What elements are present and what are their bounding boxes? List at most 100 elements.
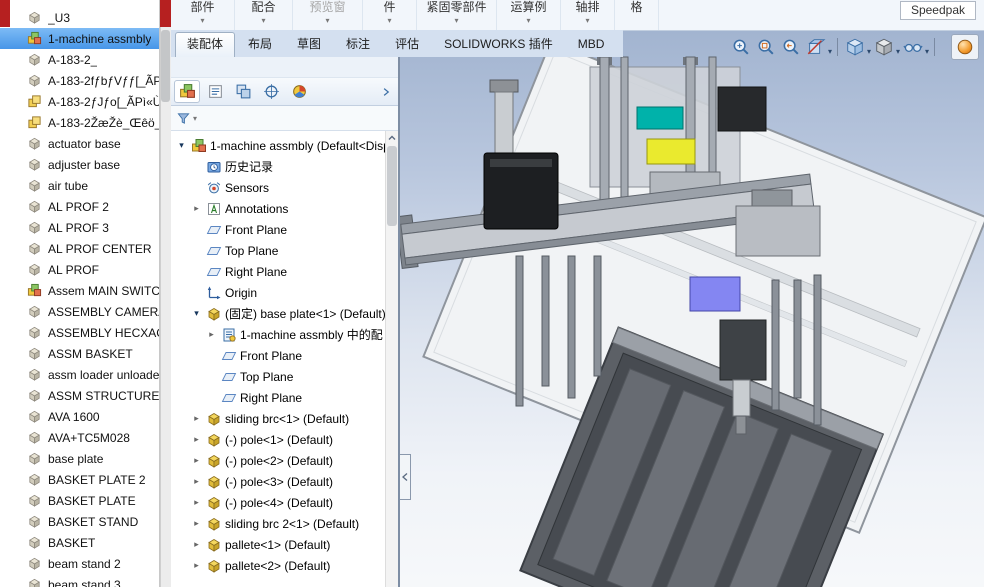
left-panel-scrollbar-thumb[interactable] — [161, 30, 170, 102]
panel-expand-tab[interactable] — [400, 454, 411, 500]
tree-collapsed-arrow-icon[interactable]: ▸ — [190, 497, 203, 508]
feature-tree-item[interactable]: Right Plane — [171, 387, 398, 408]
ribbon-group[interactable]: 紧固零部件▾ — [417, 0, 497, 30]
file-list-item[interactable]: A-183-2ƒJƒo[_ÃPì«ÙÄ — [0, 91, 159, 112]
file-list-item[interactable]: BASKET STAND — [0, 511, 159, 532]
file-list-item[interactable]: beam stand 2 — [0, 553, 159, 574]
tree-collapsed-arrow-icon[interactable]: ▸ — [190, 455, 203, 466]
feature-tree-item[interactable]: Front Plane — [171, 345, 398, 366]
file-list-item[interactable]: 1-machine assmbly — [0, 28, 159, 49]
chevron-down-icon[interactable]: ▾ — [828, 47, 832, 56]
speedpak-button[interactable]: Speedpak — [900, 1, 976, 20]
feature-tree-item[interactable]: ▸Annotations — [171, 198, 398, 219]
ribbon-group[interactable]: 件▾ — [363, 0, 417, 30]
file-list-item[interactable]: A-183-2fƒbƒVƒƒ[_ÃPì«ÙÄ — [0, 70, 159, 91]
tab-solidworks-插件[interactable]: SOLIDWORKS 插件 — [432, 32, 565, 57]
tree-collapsed-arrow-icon[interactable]: ▸ — [190, 413, 203, 424]
tab-标注[interactable]: 标注 — [334, 32, 382, 57]
tree-collapsed-arrow-icon[interactable]: ▸ — [190, 560, 203, 571]
ribbon-group[interactable]: 部件▾ — [171, 0, 235, 30]
propertymanager-tab[interactable] — [202, 80, 228, 103]
feature-tree-item[interactable]: Sensors — [171, 177, 398, 198]
file-list-item[interactable]: BASKET PLATE — [0, 490, 159, 511]
section-view-icon[interactable] — [804, 35, 828, 59]
file-list-item[interactable]: A-183-2_ — [0, 49, 159, 70]
file-list-item[interactable]: _U3 — [0, 7, 159, 28]
feature-tree-item[interactable]: ▸(-) pole<4> (Default) — [171, 492, 398, 513]
feature-tree-item[interactable]: ▸(-) pole<1> (Default) — [171, 429, 398, 450]
feature-tree-item[interactable]: ▸sliding brc 2<1> (Default) — [171, 513, 398, 534]
feature-tree-item[interactable]: 历史记录 — [171, 156, 398, 177]
tree-collapsed-arrow-icon[interactable]: ▸ — [190, 539, 203, 550]
tree-expanded-arrow-icon[interactable]: ▾ — [175, 140, 188, 151]
tree-collapsed-arrow-icon[interactable]: ▸ — [190, 476, 203, 487]
feature-tree-item[interactable]: ▸(-) pole<3> (Default) — [171, 471, 398, 492]
tree-scroll-up-button[interactable] — [386, 131, 398, 144]
dimxpertmanager-tab[interactable] — [258, 80, 284, 103]
tree-filter-row[interactable]: ▾ — [171, 106, 398, 131]
panel-flyout-button[interactable] — [377, 82, 395, 102]
left-panel-scrollbar[interactable] — [160, 0, 171, 587]
file-list-item[interactable]: ASSM BASKET — [0, 343, 159, 364]
tree-collapsed-arrow-icon[interactable]: ▸ — [190, 203, 203, 214]
file-list-item[interactable]: ASSM STRUCTURE — [0, 385, 159, 406]
tab-布局[interactable]: 布局 — [236, 32, 284, 57]
tree-collapsed-arrow-icon[interactable]: ▸ — [205, 329, 218, 340]
file-list-item[interactable]: ASSEMBLY HECXAG — [0, 322, 159, 343]
file-list-item[interactable]: Assem MAIN SWITCH — [0, 280, 159, 301]
zoom-area-icon[interactable] — [754, 35, 778, 59]
tree-scrollbar[interactable] — [385, 131, 398, 587]
filter-caret-icon[interactable]: ▾ — [193, 114, 197, 123]
feature-tree-item[interactable]: ▾1-machine assmbly (Default<Disp — [171, 135, 398, 156]
tab-草图[interactable]: 草图 — [285, 32, 333, 57]
chevron-down-icon[interactable]: ▾ — [896, 47, 900, 56]
feature-tree-item[interactable]: ▸pallete<1> (Default) — [171, 534, 398, 555]
file-list-item[interactable]: AVA 1600 — [0, 406, 159, 427]
file-list-item[interactable]: AL PROF 3 — [0, 217, 159, 238]
zoom-fit-icon[interactable] — [729, 35, 753, 59]
feature-tree-item[interactable]: ▸(-) pole<2> (Default) — [171, 450, 398, 471]
file-list-item[interactable]: AL PROF — [0, 259, 159, 280]
file-list-item[interactable]: AL PROF CENTER — [0, 238, 159, 259]
feature-tree-item[interactable]: Front Plane — [171, 219, 398, 240]
feature-tree-item[interactable]: ▸sliding brc<1> (Default) — [171, 408, 398, 429]
featuremanager-tab[interactable] — [174, 80, 200, 103]
feature-tree-item[interactable]: Top Plane — [171, 366, 398, 387]
file-list-item[interactable]: base plate — [0, 448, 159, 469]
file-list-item[interactable]: BASKET — [0, 532, 159, 553]
displaymanager-tab[interactable] — [286, 80, 312, 103]
feature-tree-item[interactable]: Origin — [171, 282, 398, 303]
file-list-item[interactable]: adjuster base — [0, 154, 159, 175]
feature-tree-item[interactable]: ▾(固定) base plate<1> (Default) — [171, 303, 398, 324]
tab-评估[interactable]: 评估 — [383, 32, 431, 57]
ribbon-group[interactable]: 轴排▾ — [561, 0, 615, 30]
view-orientation-icon[interactable] — [843, 35, 867, 59]
feature-tree-item[interactable]: ▸1-machine assmbly 中的配 — [171, 324, 398, 345]
file-list-item[interactable]: actuator base — [0, 133, 159, 154]
file-list-item[interactable]: AL PROF 2 — [0, 196, 159, 217]
file-list-item[interactable]: ASSEMBLY CAMERA A — [0, 301, 159, 322]
graphics-viewport[interactable]: ▾ ▾ ▾ ▾ — [400, 30, 984, 587]
file-list-item[interactable]: A-183-2ŽæŽè_Œêö_ÃP — [0, 112, 159, 133]
feature-tree-item[interactable]: ▸pallete<2> (Default) — [171, 555, 398, 576]
file-list-item[interactable]: assm loader unloade — [0, 364, 159, 385]
tab-mbd[interactable]: MBD — [566, 32, 617, 57]
file-list-item[interactable]: BASKET PLATE 2 — [0, 469, 159, 490]
hide-show-items-icon[interactable] — [901, 35, 925, 59]
ribbon-group[interactable]: 格 — [615, 0, 659, 30]
chevron-down-icon[interactable]: ▾ — [925, 47, 929, 56]
ribbon-group[interactable]: 运算例▾ — [497, 0, 561, 30]
tree-collapsed-arrow-icon[interactable]: ▸ — [190, 518, 203, 529]
tree-collapsed-arrow-icon[interactable]: ▸ — [190, 434, 203, 445]
configurationmanager-tab[interactable] — [230, 80, 256, 103]
file-list-item[interactable]: AVA+TC5M028 — [0, 427, 159, 448]
zoom-previous-icon[interactable] — [779, 35, 803, 59]
feature-tree-item[interactable]: Right Plane — [171, 261, 398, 282]
tree-scrollbar-thumb[interactable] — [387, 146, 397, 226]
appearance-icon[interactable] — [951, 34, 979, 60]
chevron-down-icon[interactable]: ▾ — [867, 47, 871, 56]
file-list-item[interactable]: beam stand 3 — [0, 574, 159, 587]
file-list-item[interactable]: air tube — [0, 175, 159, 196]
filter-funnel-icon[interactable] — [176, 111, 191, 126]
ribbon-group[interactable]: 预览窗▾ — [293, 0, 363, 30]
